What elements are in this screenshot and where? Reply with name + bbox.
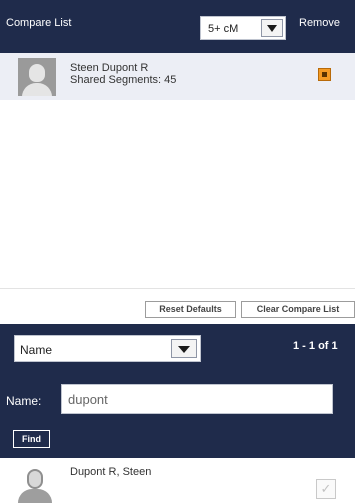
table-row[interactable] [0, 458, 355, 504]
reset-defaults-button[interactable]: Reset Defaults [145, 301, 236, 318]
sort-selected-value: Name [20, 343, 53, 357]
name-search-input[interactable] [61, 384, 333, 414]
compare-list-title: Compare List [6, 17, 72, 29]
checkmark-icon[interactable]: ✓ [316, 479, 336, 499]
chevron-down-icon[interactable] [171, 339, 197, 358]
find-button[interactable]: Find [13, 430, 50, 448]
list-item[interactable]: Steen Dupont R Shared Segments: 45 [0, 53, 355, 100]
result-name: Dupont R, Steen [70, 466, 152, 478]
user-avatar-icon [18, 465, 52, 503]
name-field-label: Name: [6, 394, 42, 408]
user-avatar-icon [18, 58, 56, 96]
threshold-select[interactable]: 5+ cM [200, 16, 286, 40]
result-count: 1 - 1 of 1 [293, 340, 338, 352]
remove-checkbox-icon[interactable] [318, 68, 331, 81]
clear-compare-list-button[interactable]: Clear Compare List [241, 301, 355, 318]
shared-segments-text: Shared Segments: 45 [70, 74, 177, 86]
threshold-selected-value: 5+ cM [208, 23, 239, 35]
sort-select[interactable]: Name [14, 335, 201, 362]
match-name: Steen Dupont R [70, 62, 149, 74]
remove-column-label: Remove [299, 17, 340, 29]
chevron-down-icon[interactable] [261, 19, 283, 37]
